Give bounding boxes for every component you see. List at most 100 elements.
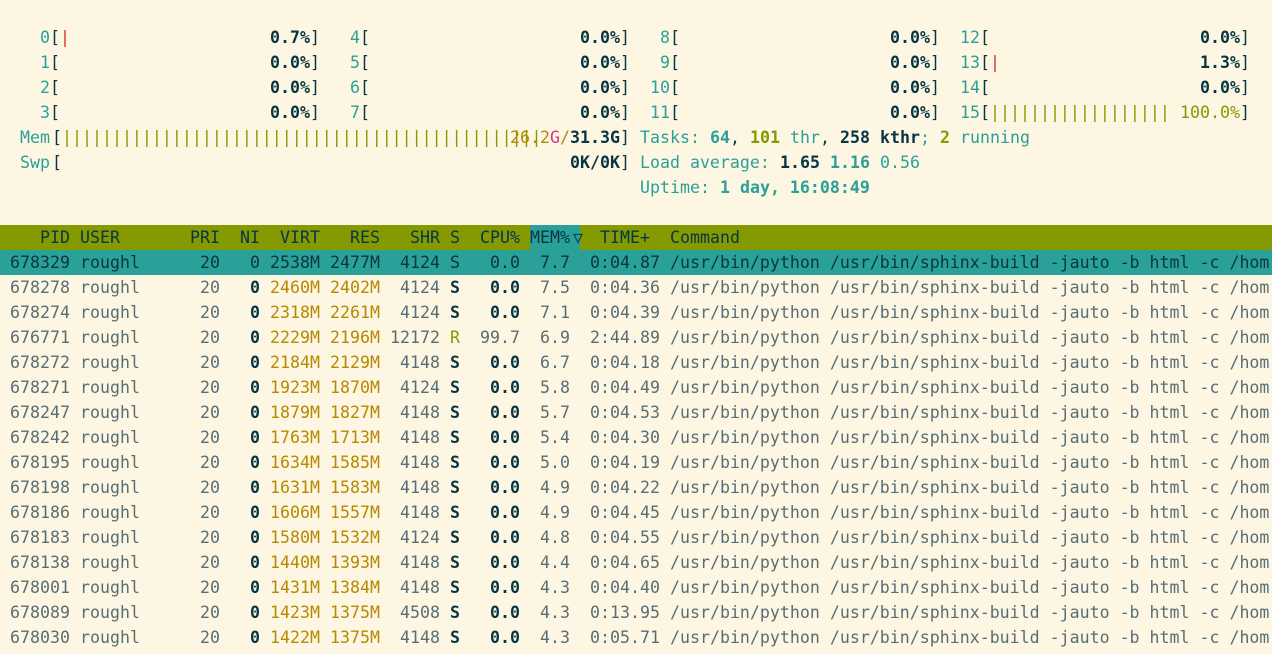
process-row[interactable]: 678198 roughl 20 0 1631M 1583M 4148 S 0.0 4.9 0:04… [0, 475, 1272, 500]
proc-virt: 1634M [270, 453, 320, 472]
proc-cmd: /usr/bin/python /usr/bin/sphinx-build -j… [670, 278, 1270, 297]
proc-cpu: 0.0 [490, 253, 520, 272]
col-pid[interactable]: PID [40, 225, 70, 250]
proc-shr: 4148 [400, 553, 440, 572]
proc-time: 0:04.36 [590, 278, 660, 297]
process-row[interactable]: 678186 roughl 20 0 1606M 1557M 4148 S 0.0 4.9 0:04… [0, 500, 1272, 525]
proc-shr: 4124 [400, 528, 440, 547]
swp-value: 0K/0K [570, 153, 620, 172]
col-ni[interactable]: NI [240, 225, 260, 250]
proc-s: S [450, 603, 460, 622]
proc-time: 0:05.71 [590, 628, 660, 647]
col-user[interactable]: USER [80, 225, 120, 250]
process-row[interactable]: 678242 roughl 20 0 1763M 1713M 4148 S 0.0 5.4 0:04… [0, 425, 1272, 450]
proc-time: 0:04.49 [590, 378, 660, 397]
proc-cmd: /usr/bin/python /usr/bin/sphinx-build -j… [670, 403, 1270, 422]
proc-user: roughl [80, 303, 140, 322]
cpu-percent: 0.0% [270, 103, 310, 122]
proc-ni: 0 [250, 503, 260, 522]
cpu-percent: 0.0% [580, 78, 620, 97]
proc-pri: 20 [200, 353, 220, 372]
cpu-id: 8 [660, 28, 670, 47]
cpu-id: 12 [960, 28, 980, 47]
proc-shr: 4148 [400, 428, 440, 447]
proc-pid: 678278 [10, 278, 70, 297]
col-time[interactable]: TIME+ [600, 225, 650, 250]
proc-virt: 1423M [270, 603, 320, 622]
cpu-id: 6 [350, 78, 360, 97]
proc-pri: 20 [200, 503, 220, 522]
proc-shr: 4148 [400, 628, 440, 647]
process-row[interactable]: 678138 roughl 20 0 1440M 1393M 4148 S 0.0 4.4 0:04… [0, 550, 1272, 575]
proc-s: S [450, 553, 460, 572]
process-row[interactable]: 678247 roughl 20 0 1879M 1827M 4148 S 0.0 5.7 0:04… [0, 400, 1272, 425]
process-row[interactable]: 678089 roughl 20 0 1423M 1375M 4508 S 0.0 4.3 0:13… [0, 600, 1272, 625]
col-res[interactable]: RES [350, 225, 380, 250]
cpu-bar: | [60, 28, 70, 47]
col-pri[interactable]: PRI [190, 225, 220, 250]
col-virt[interactable]: VIRT [280, 225, 320, 250]
proc-s: S [450, 278, 460, 297]
proc-s: S [450, 528, 460, 547]
process-row[interactable]: 676771 roughl 20 0 2229M 2196M 12172 R 99.7 6.9 2:… [0, 325, 1272, 350]
proc-s: S [450, 503, 460, 522]
process-row[interactable]: 678195 roughl 20 0 1634M 1585M 4148 S 0.0 5.0 0:04… [0, 450, 1272, 475]
cpu-id: 9 [660, 53, 670, 72]
process-row[interactable]: 678183 roughl 20 0 1580M 1532M 4124 S 0.0 4.8 0:04… [0, 525, 1272, 550]
proc-cpu: 0.0 [490, 428, 520, 447]
proc-mem: 4.3 [540, 628, 570, 647]
proc-time: 0:04.22 [590, 478, 660, 497]
tasks-count: 64 [710, 128, 730, 147]
tasks-meter: Tasks: 64 , 101 thr , 258 kthr ; 2 runni… [640, 125, 1030, 150]
process-row[interactable]: 678278 roughl 20 0 2460M 2402M 4124 S 0.0 7.5 0:04… [0, 275, 1272, 300]
cpu-id: 7 [350, 103, 360, 122]
proc-virt: 2318M [270, 303, 320, 322]
cpu-percent: 0.0% [580, 53, 620, 72]
proc-cmd: /usr/bin/python /usr/bin/sphinx-build -j… [670, 528, 1270, 547]
proc-ni: 0 [250, 578, 260, 597]
proc-res: 1375M [330, 603, 380, 622]
process-table-header[interactable]: PID USER PRI NI VIRT RES SHR S CPU% MEM%… [0, 225, 1272, 250]
proc-user: roughl [80, 478, 140, 497]
proc-cmd: /usr/bin/python /usr/bin/sphinx-build -j… [670, 603, 1270, 622]
proc-cpu: 99.7 [480, 328, 520, 347]
proc-time: 0:04.40 [590, 578, 660, 597]
cpu-id: 13 [960, 53, 980, 72]
proc-res: 1585M [330, 453, 380, 472]
proc-pid: 678001 [10, 578, 70, 597]
proc-ni: 0 [250, 253, 260, 272]
col-command[interactable]: Command [670, 225, 740, 250]
cpu-percent: 100.0% [1180, 103, 1240, 122]
col-mem[interactable]: MEM% [530, 225, 570, 250]
proc-time: 0:04.39 [590, 303, 660, 322]
proc-mem: 4.3 [540, 578, 570, 597]
memory-meter: Mem [ ||||||||||||||||||||||||||||||||||… [0, 125, 630, 150]
process-row[interactable]: 678030 roughl 20 0 1422M 1375M 4148 S 0.0 4.3 0:05… [0, 625, 1272, 650]
proc-mem: 5.7 [540, 403, 570, 422]
proc-pid: 676771 [10, 328, 70, 347]
proc-ni: 0 [250, 428, 260, 447]
col-cpu[interactable]: CPU% [480, 225, 520, 250]
proc-ni: 0 [250, 303, 260, 322]
proc-s: S [450, 403, 460, 422]
process-row[interactable]: 678329 roughl 20 0 2538M 2477M 4124 S 0.0 7.7 0:04… [0, 250, 1272, 275]
cpu-id: 10 [650, 78, 670, 97]
col-shr[interactable]: SHR [410, 225, 440, 250]
process-row[interactable]: 678272 roughl 20 0 2184M 2129M 4148 S 0.0 6.7 0:04… [0, 350, 1272, 375]
proc-s: S [450, 628, 460, 647]
process-row[interactable]: 678271 roughl 20 0 1923M 1870M 4124 S 0.0 5.8 0:04… [0, 375, 1272, 400]
proc-cpu: 0.0 [490, 478, 520, 497]
proc-user: roughl [80, 278, 140, 297]
proc-time: 0:04.19 [590, 453, 660, 472]
proc-res: 2129M [330, 353, 380, 372]
proc-pri: 20 [200, 378, 220, 397]
process-row[interactable]: 678274 roughl 20 0 2318M 2261M 4124 S 0.0 7.1 0:04… [0, 300, 1272, 325]
cpu-id: 15 [960, 103, 980, 122]
proc-ni: 0 [250, 378, 260, 397]
proc-cmd: /usr/bin/python /usr/bin/sphinx-build -j… [670, 503, 1270, 522]
col-state[interactable]: S [450, 225, 460, 250]
process-row[interactable]: 678001 roughl 20 0 1431M 1384M 4148 S 0.0 4.3 0:04… [0, 575, 1272, 600]
cpu-id: 2 [40, 78, 50, 97]
proc-s: S [450, 453, 460, 472]
cpu-id: 1 [40, 53, 50, 72]
